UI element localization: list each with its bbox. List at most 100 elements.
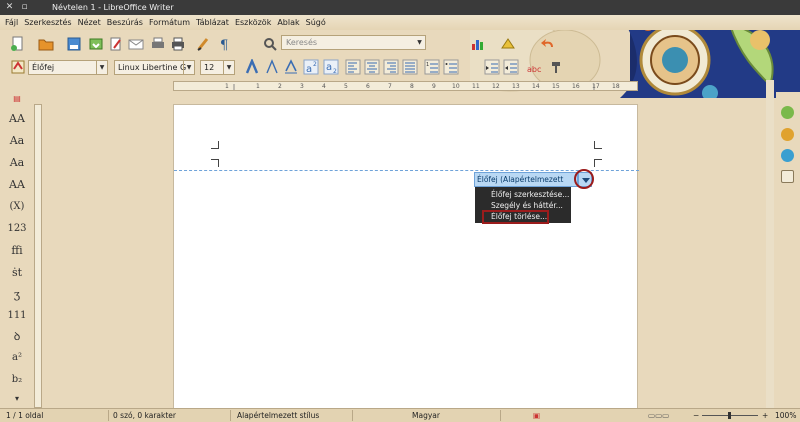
close-window-icon[interactable]: ✕ xyxy=(4,2,15,13)
sidebar-item[interactable]: b₂ xyxy=(7,371,27,389)
align-left-icon[interactable] xyxy=(345,59,361,75)
styles-panel-icon[interactable] xyxy=(781,128,794,141)
ruler-label: 1 xyxy=(256,83,260,90)
vertical-scrollbar[interactable] xyxy=(766,80,774,408)
menu-insert[interactable]: Beszúrás xyxy=(107,18,143,27)
highlight-box xyxy=(482,210,549,224)
status-page-style[interactable]: Alapértelmezett stílus xyxy=(237,409,319,422)
font-size-combo[interactable]: 12 ▼ xyxy=(200,60,235,75)
menu-item-edit-header[interactable]: Élőfej szerkesztése... xyxy=(491,189,569,200)
align-center-icon[interactable] xyxy=(364,59,380,75)
zoom-in-icon[interactable]: + xyxy=(762,409,768,422)
view-layout-icon[interactable]: ▭▭▭ xyxy=(648,409,669,422)
menu-window[interactable]: Ablak xyxy=(277,18,299,27)
menu-file[interactable]: Fájl xyxy=(5,18,18,27)
decrease-indent-icon[interactable] xyxy=(503,59,519,75)
zoom-level[interactable]: 100% xyxy=(775,409,796,422)
zoom-out-icon[interactable]: − xyxy=(693,409,699,422)
find-replace-icon[interactable] xyxy=(262,36,278,52)
sidebar-item[interactable]: (X) xyxy=(7,198,27,216)
sidebar-item[interactable]: ʒ xyxy=(7,286,27,304)
sidebar-item[interactable]: AA xyxy=(7,110,27,128)
horizontal-ruler[interactable]: 1 1 2 3 4 5 6 7 8 9 10 11 12 13 14 15 16… xyxy=(173,81,638,91)
styles-icon[interactable] xyxy=(10,59,26,75)
sidebar-item[interactable]: 123 xyxy=(7,220,27,238)
increase-indent-icon[interactable] xyxy=(484,59,500,75)
paragraph-style-value: Élőfej xyxy=(32,63,55,72)
status-bar: 1 / 1 oldal 0 szó, 0 karakter Alapértelm… xyxy=(0,408,800,422)
navigator-icon[interactable]: ▤ xyxy=(7,90,27,108)
ruler-label: 7 xyxy=(388,83,392,90)
search-field[interactable]: Keresés ▼ xyxy=(281,35,426,50)
header-tag[interactable]: Élőfej (Alapértelmezett stílus) xyxy=(474,172,578,197)
svg-text:a: a xyxy=(326,62,332,73)
superscript-icon[interactable]: a2 xyxy=(303,59,319,75)
menu-format[interactable]: Formátum xyxy=(149,18,190,27)
chevron-down-icon[interactable]: ▼ xyxy=(183,61,194,74)
document-page[interactable]: Élőfej (Alapértelmezett stílus) Élőfej s… xyxy=(173,104,639,409)
title-bar: ✕ ▫ Névtelen 1 - LibreOffice Writer xyxy=(0,0,800,15)
subscript-icon[interactable]: a2 xyxy=(323,59,339,75)
chevron-down-icon[interactable]: ▼ xyxy=(223,61,234,74)
menu-edit[interactable]: Szerkesztés xyxy=(24,18,71,27)
crop-mark xyxy=(594,159,602,167)
sidebar-item[interactable]: ffi xyxy=(7,242,27,260)
sidebar-item[interactable]: ꝺ xyxy=(7,328,27,346)
sidebar-item[interactable]: ṡt xyxy=(7,264,27,282)
paragraph-style-combo[interactable]: Élőfej ▼ xyxy=(28,60,108,75)
character-icon[interactable]: abc xyxy=(526,59,542,75)
edit-document-icon[interactable] xyxy=(108,36,124,52)
sidebar-item[interactable]: AA xyxy=(7,176,27,194)
font-name-value: Linux Libertine G xyxy=(118,63,187,72)
open-folder-icon[interactable] xyxy=(38,36,54,52)
insert-chart-icon[interactable] xyxy=(470,36,486,52)
undo-icon[interactable] xyxy=(540,36,556,52)
properties-icon[interactable] xyxy=(781,106,794,119)
spellcheck-icon[interactable] xyxy=(196,36,212,52)
print-icon[interactable] xyxy=(170,36,186,52)
sidebar-item[interactable]: Aa xyxy=(7,154,27,172)
font-name-combo[interactable]: Linux Libertine G ▼ xyxy=(114,60,195,75)
insert-fontwork-icon[interactable] xyxy=(500,36,516,52)
separator xyxy=(500,410,501,421)
sidebar-item[interactable]: a² xyxy=(7,349,27,367)
ruler-label: 17 xyxy=(592,83,600,90)
align-right-icon[interactable] xyxy=(383,59,399,75)
underline-icon[interactable] xyxy=(283,59,299,75)
ruler-label: 6 xyxy=(366,83,370,90)
svg-text:¶: ¶ xyxy=(220,38,228,52)
navigator-panel-icon[interactable] xyxy=(781,170,794,183)
maximize-window-icon[interactable]: ▫ xyxy=(19,2,30,13)
formatting-marks-icon[interactable]: ¶ xyxy=(216,36,232,53)
justify-icon[interactable] xyxy=(402,59,418,75)
zoom-slider-handle[interactable] xyxy=(728,412,731,419)
chevron-down-icon[interactable]: ▼ xyxy=(96,61,107,74)
export-pdf-icon[interactable] xyxy=(88,36,104,52)
ruler-label: 1 xyxy=(225,83,229,90)
bold-icon[interactable] xyxy=(244,57,260,75)
menu-table[interactable]: Táblázat xyxy=(196,18,229,27)
bullet-list-icon[interactable] xyxy=(443,59,459,75)
ruler-label: 16 xyxy=(572,83,580,90)
sidebar-item[interactable]: Aa xyxy=(7,132,27,150)
save-icon[interactable] xyxy=(66,36,82,52)
menu-view[interactable]: Nézet xyxy=(78,18,101,27)
chevron-down-icon[interactable]: ▼ xyxy=(414,36,425,49)
numbered-list-icon[interactable]: 1 xyxy=(424,59,440,75)
status-language[interactable]: Magyar xyxy=(412,409,440,422)
svg-text:2: 2 xyxy=(313,61,317,68)
new-document-icon[interactable] xyxy=(10,36,26,52)
ruler-label: 11 xyxy=(472,83,480,90)
vertical-ruler[interactable] xyxy=(34,104,42,408)
ruler-label: 9 xyxy=(432,83,436,90)
print-preview-icon[interactable] xyxy=(150,36,166,52)
more-items-icon[interactable]: ▾ xyxy=(7,390,27,408)
italic-icon[interactable] xyxy=(264,59,280,75)
menu-tools[interactable]: Eszközök xyxy=(235,18,271,27)
menu-help[interactable]: Súgó xyxy=(306,18,326,27)
clone-formatting-icon[interactable] xyxy=(548,59,564,75)
sidebar-item[interactable]: 111 xyxy=(7,307,27,325)
mail-icon[interactable] xyxy=(128,36,144,52)
gallery-icon[interactable] xyxy=(781,149,794,162)
menu-bar: Fájl Szerkesztés Nézet Beszúrás Formátum… xyxy=(0,15,800,30)
